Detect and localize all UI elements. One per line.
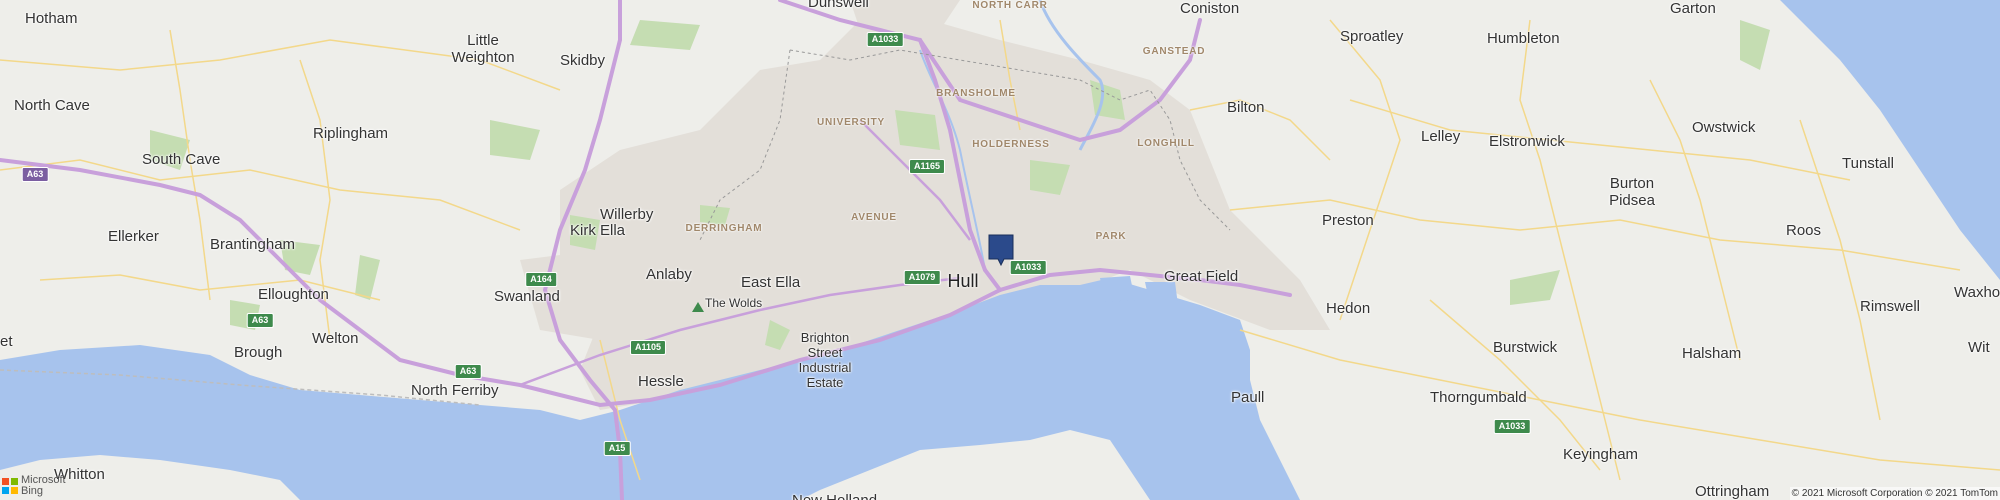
place-label: North Ferriby (411, 382, 499, 399)
microsoft-logo-icon (2, 478, 18, 494)
place-label: Elloughton (258, 286, 329, 303)
place-label: Ottringham (1695, 483, 1770, 500)
place-label: North Cave (14, 97, 90, 114)
attribution-text: © 2021 Microsoft Corporation © 2021 TomT… (1789, 487, 2000, 500)
place-label: Bilton (1227, 99, 1265, 116)
district-label: GANSTEAD (1142, 46, 1206, 57)
road-shield: A1033 (1493, 419, 1531, 434)
place-label: Great Field (1164, 268, 1239, 285)
district-label: UNIVERSITY (816, 117, 886, 128)
place-label: Riplingham (313, 125, 389, 142)
location-pin-icon (988, 234, 1014, 267)
place-label: Rimswell (1860, 298, 1920, 315)
place-label: New Holland (792, 492, 877, 500)
road-shield: A164 (525, 272, 557, 287)
place-label: Waxho (1954, 284, 2000, 301)
location-pin-icon[interactable] (988, 234, 1014, 267)
district-label: BRANSHOLME (936, 88, 1016, 99)
place-label: East Ella (741, 274, 801, 291)
place-label: Wit (1968, 339, 1990, 356)
place-label: Halsham (1682, 345, 1742, 362)
place-label: Preston (1322, 212, 1374, 229)
road-shield: A63 (21, 167, 49, 182)
place-label: Hedon (1326, 300, 1371, 317)
place-label: Brighton Street Industrial Estate (798, 330, 852, 390)
place-label: Little Weighton (451, 32, 515, 66)
district-label: NORTH CARR (972, 0, 1048, 11)
place-label: Thorngumbald (1430, 389, 1527, 406)
place-label: Burton Pidsea (1609, 175, 1655, 209)
road-shield: A63 (246, 313, 274, 328)
district-label: HOLDERNESS (972, 139, 1050, 150)
map-view[interactable]: Hotham Little Weighton Skidby Dunswell C… (0, 0, 2000, 500)
place-label: Kirk Ella (570, 222, 626, 239)
place-label: Swanland (494, 288, 560, 305)
city-label: Hull (947, 271, 979, 291)
bing-logo[interactable]: Microsoft Bing (2, 475, 66, 497)
road-shield: A1165 (908, 159, 946, 174)
road-shield: A63 (454, 364, 482, 379)
road-shield: A1033 (866, 32, 904, 47)
place-label: Owstwick (1692, 119, 1756, 136)
place-label: Lelley (1421, 128, 1461, 145)
place-label: Elstronwick (1489, 133, 1565, 150)
road-shield: A1079 (903, 270, 941, 285)
district-label: LONGHILL (1137, 138, 1195, 149)
place-label: Brough (234, 344, 283, 361)
place-label: South Cave (142, 151, 221, 168)
district-label: PARK (1095, 231, 1127, 242)
logo-line2: Bing (21, 485, 44, 497)
place-label: Dunswell (808, 0, 869, 11)
place-label: Paull (1231, 389, 1265, 406)
peak-icon (692, 302, 704, 312)
place-label: Ellerker (108, 228, 159, 245)
place-label: et (0, 333, 13, 350)
place-label: Brantingham (210, 236, 296, 253)
district-label: AVENUE (851, 212, 897, 223)
place-label: Garton (1670, 0, 1716, 17)
place-label: Hotham (25, 10, 78, 27)
logo-text: Microsoft Bing (21, 475, 66, 497)
place-label: Coniston (1180, 0, 1240, 17)
place-label: Willerby (600, 206, 654, 223)
place-label: Skidby (560, 52, 606, 69)
road-shield: A15 (603, 441, 631, 456)
place-label: Hessle (638, 373, 684, 390)
place-label: Anlaby (646, 266, 692, 283)
place-label: Humbleton (1487, 30, 1560, 47)
district-label: DERRINGHAM (685, 223, 763, 234)
place-label: Burstwick (1493, 339, 1558, 356)
place-label: Sproatley (1340, 28, 1404, 45)
place-label: The Wolds (705, 296, 763, 310)
place-label: Tunstall (1842, 155, 1894, 172)
place-label: Keyingham (1563, 446, 1639, 463)
road-shield: A1033 (1009, 260, 1047, 275)
place-label: Welton (312, 330, 359, 347)
place-label: Roos (1786, 222, 1822, 239)
road-shield: A1105 (629, 340, 667, 355)
